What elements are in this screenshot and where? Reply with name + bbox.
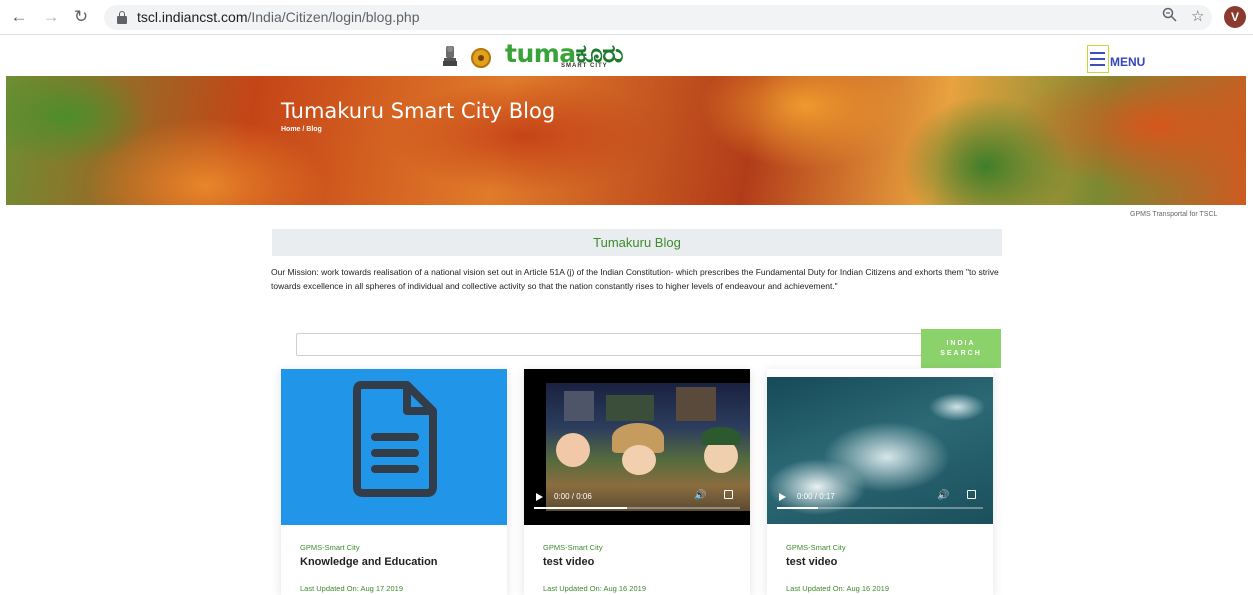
url-path: /India/Citizen/login/blog.php bbox=[247, 9, 420, 25]
fullscreen-icon[interactable] bbox=[724, 490, 733, 499]
state-seal-icon bbox=[471, 48, 491, 68]
video-progress-bar[interactable] bbox=[534, 507, 740, 509]
blog-card[interactable]: 0:00 / 0:06 🔊 GPMS-Smart City test video… bbox=[524, 369, 750, 595]
search-button-line2: SEARCH bbox=[940, 350, 982, 357]
browser-toolbar: ← → ↻ tscl.indiancst.com/India/Citizen/l… bbox=[0, 0, 1253, 35]
logo-subtitle: SMART CITY bbox=[561, 63, 608, 69]
card-thumbnail[interactable] bbox=[281, 369, 507, 525]
tumakuru-logo[interactable]: tumaಕೂರು SMART CITY bbox=[505, 41, 624, 71]
zoom-icon[interactable] bbox=[1162, 7, 1177, 28]
card-title[interactable]: test video bbox=[786, 556, 837, 568]
card-date: Last Updated On: Aug 16 2019 bbox=[786, 584, 889, 593]
back-arrow-icon[interactable]: ← bbox=[8, 6, 30, 28]
video-player[interactable]: 0:00 / 0:17 🔊 bbox=[767, 369, 993, 525]
play-icon[interactable] bbox=[779, 493, 786, 501]
search-button-line1: INDIA bbox=[946, 340, 976, 347]
fullscreen-icon[interactable] bbox=[967, 490, 976, 499]
forward-arrow-icon[interactable]: → bbox=[40, 6, 62, 28]
blog-heading: Tumakuru Blog bbox=[593, 235, 681, 250]
blog-heading-bar: Tumakuru Blog bbox=[272, 229, 1002, 256]
video-progress-bar[interactable] bbox=[777, 507, 983, 509]
document-icon bbox=[353, 381, 437, 497]
video-player[interactable]: 0:00 / 0:06 🔊 bbox=[524, 369, 750, 525]
bookmark-star-icon[interactable]: ☆ bbox=[1191, 7, 1204, 27]
blog-card[interactable]: 0:00 / 0:17 🔊 GPMS-Smart City test video… bbox=[767, 369, 993, 595]
page-title: Tumakuru Smart City Blog bbox=[281, 99, 556, 123]
search-input[interactable] bbox=[296, 333, 922, 356]
url-host: tscl.indiancst.com bbox=[137, 9, 248, 25]
lock-icon bbox=[117, 11, 127, 24]
card-date: Last Updated On: Aug 17 2019 bbox=[300, 584, 403, 593]
video-progress-fill bbox=[534, 507, 627, 509]
url-text[interactable]: tscl.indiancst.com/India/Citizen/login/b… bbox=[137, 5, 420, 30]
hero-banner: Tumakuru Smart City Blog Home / Blog bbox=[6, 76, 1246, 205]
menu-button-label[interactable]: MENU bbox=[1110, 55, 1145, 69]
site-header: tumaಕೂರು SMART CITY MENU bbox=[0, 36, 1253, 76]
video-progress-fill bbox=[777, 507, 819, 509]
card-category: GPMS-Smart City bbox=[543, 543, 603, 552]
hamburger-menu-icon[interactable] bbox=[1087, 45, 1109, 73]
volume-icon[interactable]: 🔊 bbox=[937, 490, 949, 501]
breadcrumb[interactable]: Home / Blog bbox=[281, 126, 322, 133]
address-bar[interactable]: tscl.indiancst.com/India/Citizen/login/b… bbox=[104, 5, 1212, 30]
card-title[interactable]: test video bbox=[543, 556, 594, 568]
profile-avatar[interactable]: V bbox=[1224, 6, 1246, 28]
video-controls: 0:00 / 0:17 🔊 bbox=[767, 485, 993, 515]
video-time: 0:00 / 0:06 bbox=[554, 492, 592, 501]
volume-icon[interactable]: 🔊 bbox=[694, 490, 706, 501]
card-date: Last Updated On: Aug 16 2019 bbox=[543, 584, 646, 593]
national-emblem-icon bbox=[443, 46, 457, 66]
play-icon[interactable] bbox=[536, 493, 543, 501]
mission-statement: Our Mission: work towards realisation of… bbox=[271, 267, 999, 291]
search-button[interactable]: INDIA SEARCH bbox=[921, 329, 1001, 368]
video-controls: 0:00 / 0:06 🔊 bbox=[524, 485, 750, 515]
blog-card[interactable]: GPMS-Smart City Knowledge and Education … bbox=[281, 369, 507, 595]
card-category: GPMS-Smart City bbox=[786, 543, 846, 552]
card-category: GPMS-Smart City bbox=[300, 543, 360, 552]
card-title[interactable]: Knowledge and Education bbox=[300, 556, 438, 568]
reload-icon[interactable]: ↻ bbox=[70, 6, 92, 28]
portal-note: GPMS Transportal for TSCL bbox=[1130, 211, 1218, 218]
video-time: 0:00 / 0:17 bbox=[797, 492, 835, 501]
